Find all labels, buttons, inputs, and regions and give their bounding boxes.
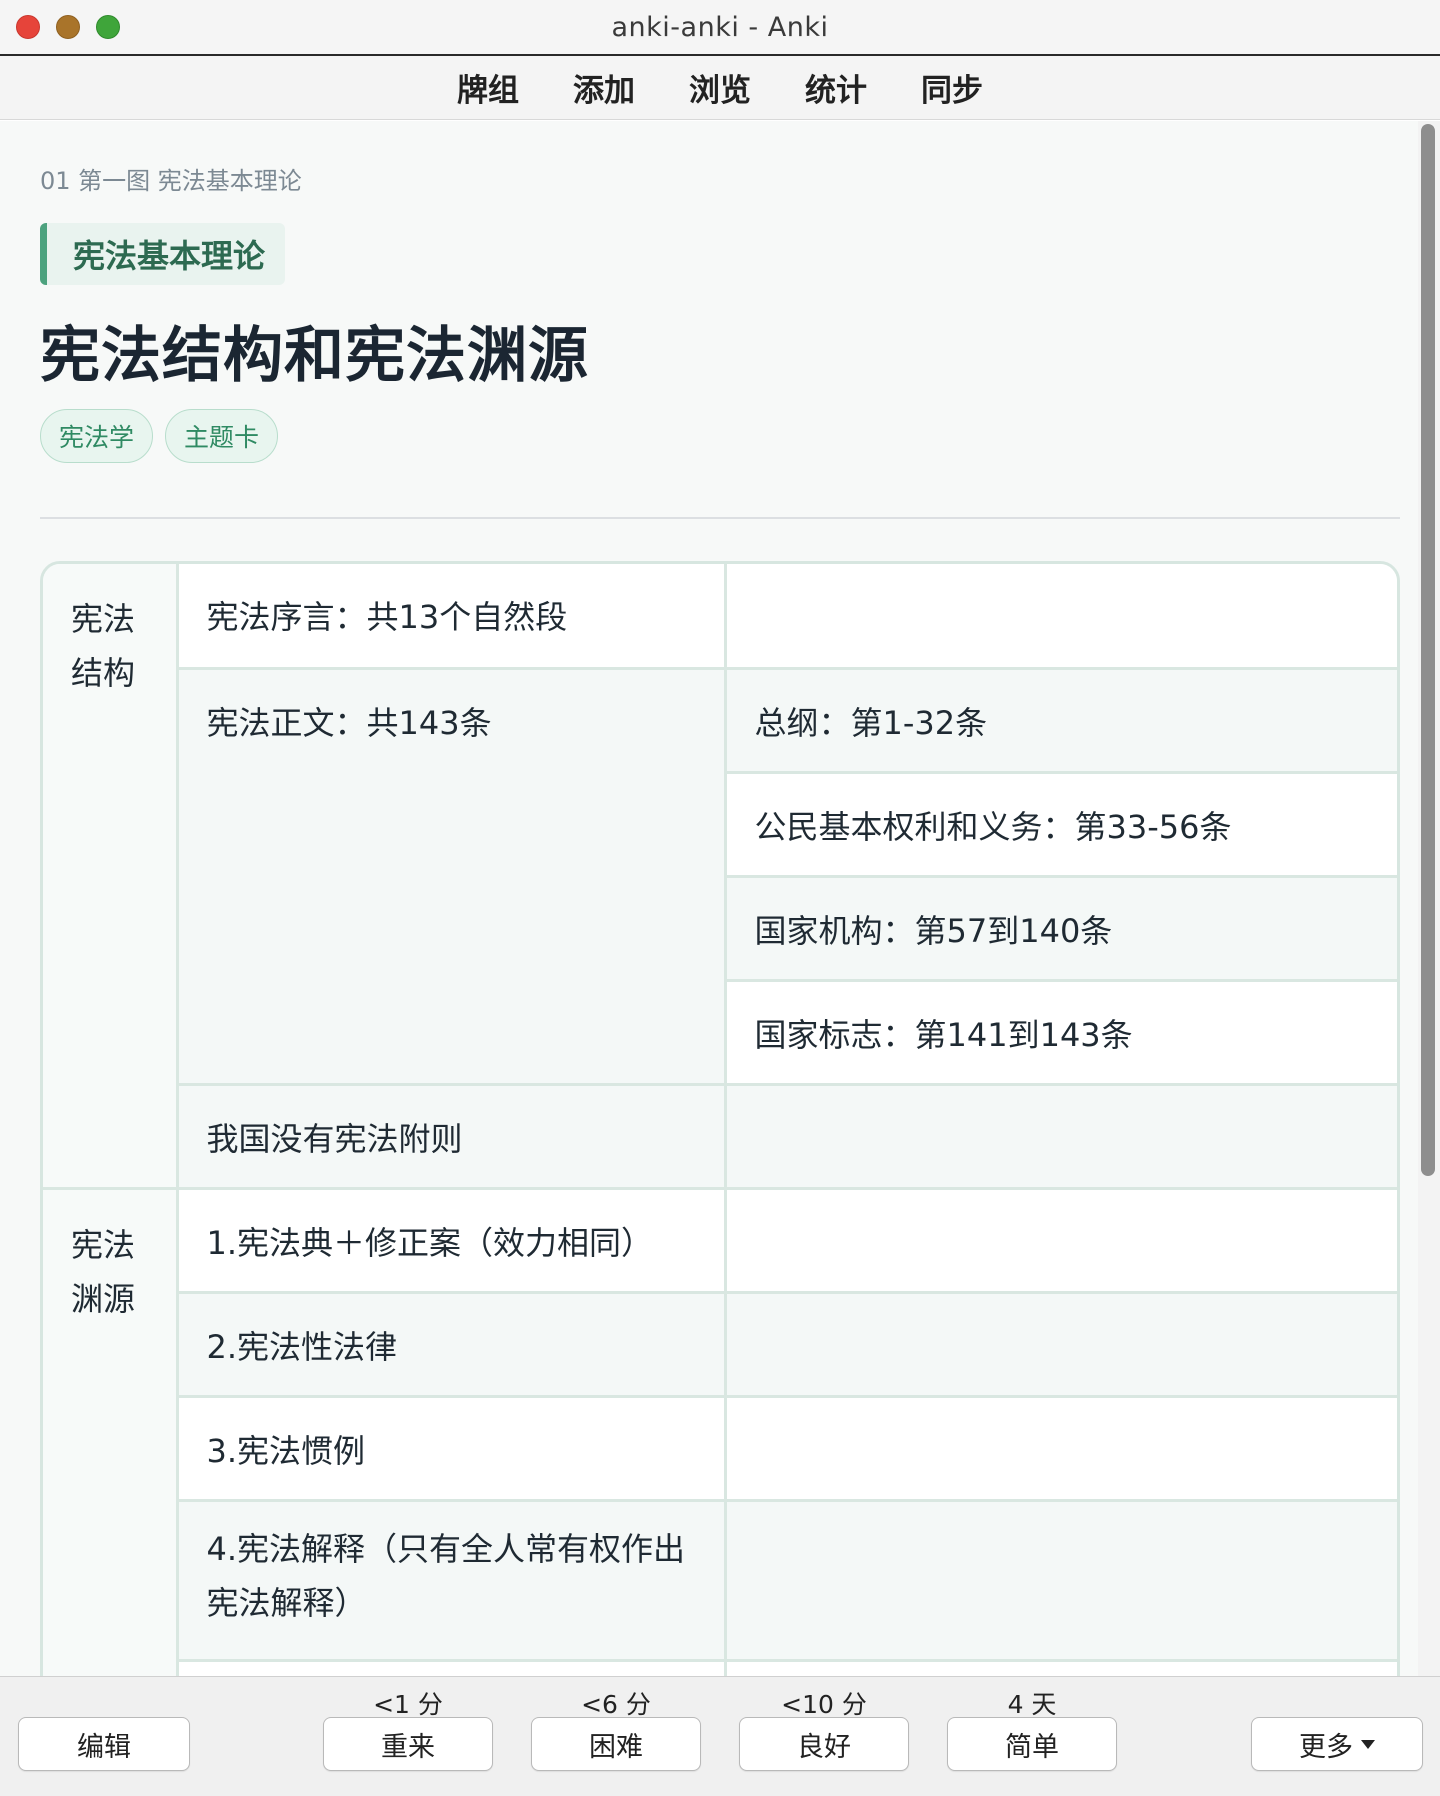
chevron-down-icon — [1361, 1739, 1375, 1749]
table-cell — [723, 1290, 1397, 1398]
table-cell — [723, 1394, 1397, 1502]
card-title: 宪法结构和宪法渊源 — [40, 321, 589, 391]
table-cell: 4.宪法解释（只有全人常有权作出宪法解释） — [177, 1498, 727, 1662]
tag-pill: 主题卡 — [165, 409, 279, 463]
interval-good: <10 分 — [781, 1690, 867, 1719]
window-title: anki-anki - Anki — [611, 12, 829, 43]
table-cell: 总纲：第1-32条 — [723, 666, 1397, 774]
divider — [40, 517, 1400, 519]
table-cell: 国家机构：第57到140条 — [725, 874, 1397, 982]
structure-table: 宪法 结构 宪法序言：共13个自然段 宪法正文：共143条 总纲：第1-32条 … — [40, 561, 1400, 1676]
toolbar-browse[interactable]: 浏览 — [689, 65, 751, 110]
hard-button[interactable]: 困难 — [531, 1717, 701, 1771]
more-button-label: 更多 — [1299, 1731, 1353, 1763]
table-cell — [723, 1186, 1397, 1294]
table-cell — [177, 1658, 727, 1676]
table-cell — [723, 564, 1397, 670]
edit-button[interactable]: 编辑 — [18, 1717, 190, 1771]
table-cell: 3.宪法惯例 — [177, 1394, 727, 1502]
tag-list: 宪法学 主题卡 — [40, 409, 279, 463]
toolbar-sync[interactable]: 同步 — [921, 65, 983, 110]
window-titlebar: anki-anki - Anki — [0, 0, 1440, 56]
section-label: 宪法基本理论 — [40, 223, 286, 285]
tag-pill: 宪法学 — [40, 409, 154, 463]
table-cell — [723, 1082, 1397, 1190]
table-cell: 宪法正文：共143条 — [177, 666, 727, 1086]
table-cell — [723, 1658, 1397, 1676]
group-label-structure: 宪法 结构 — [71, 600, 136, 692]
table-cell: 1.宪法典＋修正案（效力相同） — [175, 1186, 727, 1294]
group-cell-structure: 宪法 结构 — [43, 564, 179, 1190]
toolbar-stats[interactable]: 统计 — [805, 65, 867, 110]
group-cell-sources: 宪法 渊源 — [43, 1186, 179, 1676]
table-cell — [723, 1498, 1397, 1662]
table-cell: 宪法序言：共13个自然段 — [175, 564, 727, 670]
toolbar-decks[interactable]: 牌组 — [457, 65, 519, 110]
table-cell: 公民基本权利和义务：第33-56条 — [725, 770, 1397, 878]
interval-again: <1 分 — [373, 1690, 443, 1719]
toolbar-add[interactable]: 添加 — [573, 65, 635, 110]
table-cell: 2.宪法性法律 — [177, 1290, 727, 1398]
card-content: 01 第一图 宪法基本理论 宪法基本理论 宪法结构和宪法渊源 宪法学 主题卡 宪… — [0, 121, 1418, 1676]
breadcrumb: 01 第一图 宪法基本理论 — [40, 167, 302, 195]
table-cell: 国家标志：第141到143条 — [725, 978, 1397, 1086]
again-button[interactable]: 重来 — [323, 1717, 493, 1771]
main-toolbar: 牌组 添加 浏览 统计 同步 — [0, 56, 1440, 120]
scrollbar-thumb[interactable] — [1421, 124, 1435, 1176]
table-cell: 我国没有宪法附则 — [177, 1082, 727, 1190]
interval-hard: <6 分 — [581, 1690, 651, 1719]
interval-easy: 4 天 — [1007, 1690, 1057, 1719]
good-button[interactable]: 良好 — [739, 1717, 909, 1771]
group-label-sources: 宪法 渊源 — [71, 1225, 136, 1318]
review-bottom-bar: 编辑 <1 分 重来 <6 分 困难 <10 分 良好 4 天 简单 更多 — [0, 1676, 1440, 1796]
more-button[interactable]: 更多 — [1251, 1717, 1423, 1771]
easy-button[interactable]: 简单 — [947, 1717, 1117, 1771]
